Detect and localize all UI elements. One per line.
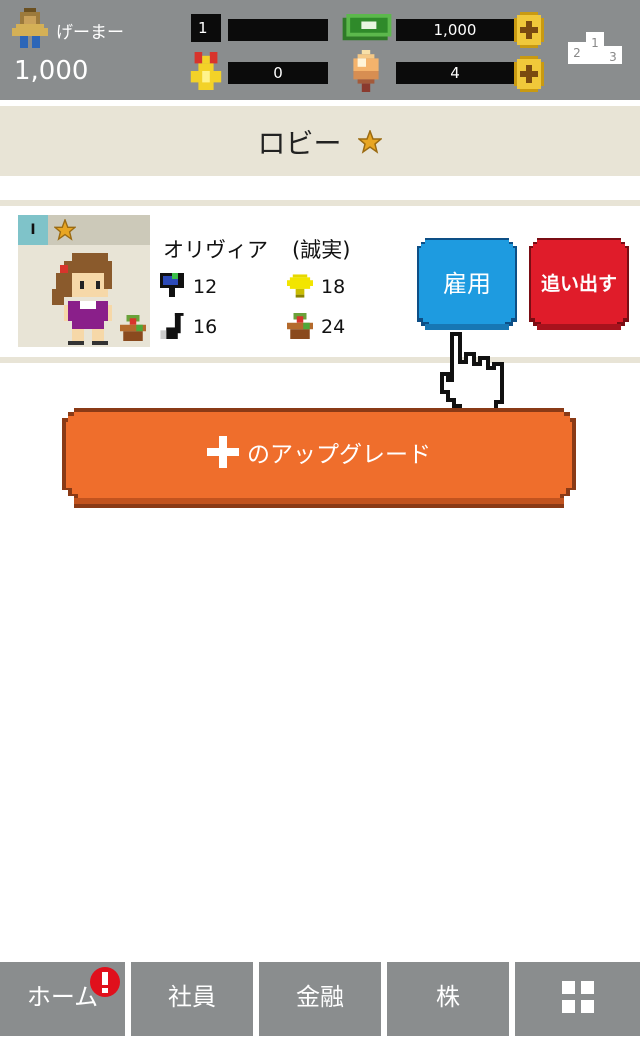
nav-home-label: ホーム	[26, 983, 99, 1011]
plus-icon	[207, 436, 239, 468]
player-name: げーまー	[56, 23, 124, 43]
add-cash-icon[interactable]	[514, 12, 544, 48]
cash-value: 1,000	[396, 19, 514, 41]
grid-menu-icon	[561, 981, 594, 1013]
rank-bar	[228, 19, 328, 41]
upgrade-button-content: のアップグレード	[62, 408, 576, 502]
ranking-podium-button[interactable]: 2 1 3	[566, 32, 624, 68]
card-divider-top	[0, 200, 640, 206]
employee-trait: (誠実)	[292, 238, 351, 262]
rank-badge: 1	[191, 14, 221, 42]
level-badge: I	[18, 215, 48, 245]
card-divider-bottom	[0, 357, 640, 363]
skill-plant-icon	[287, 313, 313, 339]
hire-button-label: 雇用	[443, 270, 491, 298]
nav-finance-label: 金融	[296, 983, 344, 1011]
skill-music-icon	[160, 313, 184, 339]
nav-stocks[interactable]: 株	[387, 962, 509, 1036]
employee-character	[52, 253, 112, 345]
employee-portrait: I	[18, 215, 150, 347]
nav-staff[interactable]: 社員	[131, 962, 253, 1036]
hire-button[interactable]: 雇用	[417, 238, 517, 334]
nav-finance[interactable]: 金融	[259, 962, 381, 1036]
gem-icon	[353, 50, 379, 92]
star-icon	[357, 128, 384, 154]
upgrade-button-label: のアップグレード	[247, 442, 431, 468]
stat-value-4: 24	[321, 316, 346, 338]
fire-button-label: 追い出す	[540, 273, 617, 295]
skill-idea-icon	[287, 274, 313, 298]
add-gems-icon[interactable]	[514, 56, 544, 92]
nav-stocks-label: 株	[436, 983, 460, 1011]
gem-count: 4	[396, 62, 514, 84]
nav-staff-label: 社員	[168, 983, 216, 1011]
cash-icon	[342, 14, 392, 41]
stat-value-2: 18	[321, 276, 346, 298]
medal-count: 0	[228, 62, 328, 84]
potted-plant-icon	[120, 315, 146, 341]
rarity-star-icon	[54, 219, 76, 241]
pointer-hand-icon	[440, 332, 504, 416]
stat-value-1: 12	[193, 276, 218, 298]
page-title: ロビー	[0, 106, 640, 176]
employee-name: オリヴィア	[163, 238, 268, 262]
podium-second: 2	[568, 42, 586, 64]
skill-monitor-icon	[160, 273, 184, 297]
top-status-bar	[0, 0, 640, 100]
nav-menu[interactable]	[515, 962, 640, 1036]
fire-button[interactable]: 追い出す	[529, 238, 629, 334]
podium-third: 3	[604, 46, 622, 64]
stat-value-3: 16	[193, 316, 218, 338]
upgrade-button[interactable]: のアップグレード	[62, 408, 576, 508]
player-money: 1,000	[14, 56, 89, 86]
page-title-text: ロビー	[257, 127, 342, 160]
medal-icon	[190, 52, 222, 90]
podium-first: 1	[586, 32, 604, 64]
player-avatar-icon	[12, 8, 48, 48]
alert-badge-icon	[90, 967, 120, 997]
